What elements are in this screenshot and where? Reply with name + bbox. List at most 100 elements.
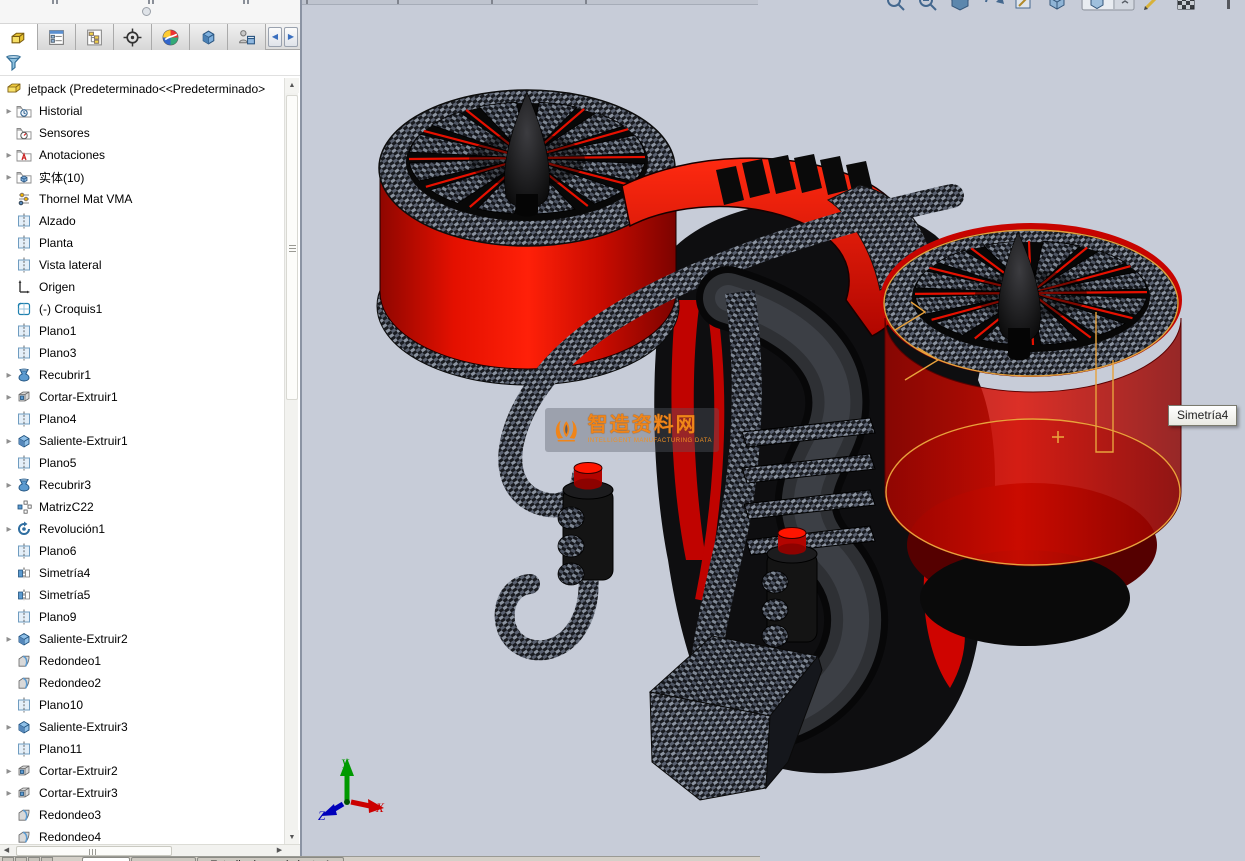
display-style-button-group[interactable]: [1082, 0, 1134, 10]
edit-appearance-icon[interactable]: [1144, 0, 1158, 10]
tree-item-label: Thornel Mat VMA: [39, 192, 132, 206]
left-ducted-fan[interactable]: [377, 90, 679, 385]
expand-arrow-icon[interactable]: ▸: [0, 524, 16, 535]
tree-item[interactable]: ▸Alzado: [0, 210, 284, 232]
tree-item[interactable]: ▸Thornel Mat VMA: [0, 188, 284, 210]
expand-arrow-icon[interactable]: ▸: [0, 106, 16, 117]
bottom-carbon-plate[interactable]: [650, 636, 822, 800]
tree-vertical-scrollbar[interactable]: ▲ ▼: [284, 78, 298, 845]
tab-nav-buttons[interactable]: [2, 857, 54, 861]
expand-arrow-icon[interactable]: ▸: [0, 480, 16, 491]
tree-item[interactable]: ▸Planta: [0, 232, 284, 254]
expand-arrow-icon[interactable]: ▸: [0, 392, 16, 403]
tree-item[interactable]: ▸Redondeo4: [0, 826, 284, 845]
scroll-up-button[interactable]: ▲: [285, 78, 299, 93]
expand-arrow-icon[interactable]: ▸: [0, 634, 16, 645]
tree-item[interactable]: ▸Cortar-Extruir2: [0, 760, 284, 782]
tree-item[interactable]: ▸Saliente-Extruir1: [0, 430, 284, 452]
tab-configurationmanager[interactable]: [76, 24, 114, 50]
expand-arrow-icon[interactable]: ▸: [0, 788, 16, 799]
tree-item[interactable]: ▸Saliente-Extruir3: [0, 716, 284, 738]
expand-arrow-icon[interactable]: ▸: [0, 436, 16, 447]
tree-item[interactable]: ▸Redondeo2: [0, 672, 284, 694]
panel-drag-dot[interactable]: [142, 7, 151, 16]
tree-item[interactable]: ▸Plano3: [0, 342, 284, 364]
tree-item[interactable]: ▸Saliente-Extruir2: [0, 628, 284, 650]
tree-item[interactable]: ▸Plano6: [0, 540, 284, 562]
tree-item[interactable]: ▸Plano1: [0, 320, 284, 342]
horizontal-scrollbar-thumb[interactable]: [16, 846, 172, 856]
tree-item[interactable]: ▸Plano4: [0, 408, 284, 430]
expand-arrow-icon[interactable]: ▸: [0, 150, 16, 161]
tree-item[interactable]: ▸Plano11: [0, 738, 284, 760]
annotation-view-icon[interactable]: [1016, 0, 1030, 8]
controller-red-button[interactable]: [778, 528, 806, 539]
tree-item[interactable]: ▸实体(10): [0, 166, 284, 188]
tree-item[interactable]: ▸Plano9: [0, 606, 284, 628]
graphics-viewport[interactable]: Y X Z 智造资料网 INTELLIGENT MANUFACTUR: [302, 0, 1245, 861]
headsup-toolbar[interactable]: [888, 0, 1230, 10]
tree-item[interactable]: ▸Plano10: [0, 694, 284, 716]
cut-extrude-icon: [16, 763, 33, 779]
person-box-icon: [237, 28, 256, 47]
boss-extrude-icon: [16, 631, 33, 647]
tab-displaymanager[interactable]: [152, 24, 190, 50]
tab-scroll-left-button[interactable]: ◀: [268, 27, 282, 47]
expand-arrow-icon[interactable]: ▸: [0, 722, 16, 733]
tab-featuremanager[interactable]: [0, 24, 38, 50]
tree-item[interactable]: ▸Vista lateral: [0, 254, 284, 276]
tree-item[interactable]: ▸Historial: [0, 100, 284, 122]
document-tab-3d-views[interactable]: 3D 视图: [131, 857, 196, 861]
tab-nav-next-button[interactable]: [28, 857, 40, 861]
scrollbar-grip: [89, 849, 96, 855]
tab-more[interactable]: [228, 24, 266, 50]
tab-nav-first-button[interactable]: [2, 857, 14, 861]
controller-red-button[interactable]: [574, 463, 602, 474]
tree-item[interactable]: ▸Cortar-Extruir3: [0, 782, 284, 804]
tree-item[interactable]: ▸Anotaciones: [0, 144, 284, 166]
document-tab-motion-study[interactable]: Estudio de movimiento 1: [197, 857, 343, 861]
right-ducted-fan[interactable]: [880, 223, 1182, 566]
tree-item[interactable]: ▸Simetría5: [0, 584, 284, 606]
tree-item[interactable]: ▸Sensores: [0, 122, 284, 144]
tree-item[interactable]: ▸Revolución1: [0, 518, 284, 540]
tree-item[interactable]: ▸Origen: [0, 276, 284, 298]
vertical-scrollbar-thumb[interactable]: [286, 95, 298, 400]
cut-extrude-icon: [16, 389, 33, 405]
zoom-fit-icon[interactable]: [888, 0, 904, 10]
tree-item[interactable]: ▸Redondeo1: [0, 650, 284, 672]
zoom-area-icon[interactable]: [920, 0, 936, 10]
expand-arrow-icon[interactable]: ▸: [0, 172, 16, 183]
tree-item[interactable]: ▸Redondeo3: [0, 804, 284, 826]
tab-nav-prev-button[interactable]: [15, 857, 27, 861]
tree-root-jetpack[interactable]: jetpack (Predeterminado<<Predeterminado>: [0, 78, 284, 100]
expand-arrow-icon[interactable]: ▸: [0, 766, 16, 777]
section-view-icon[interactable]: [986, 0, 1004, 4]
tab-propertymanager[interactable]: [38, 24, 76, 50]
jetpack-model[interactable]: [377, 90, 1182, 800]
scrollbar-grip: [289, 245, 296, 252]
tab-scroll-right-button[interactable]: ▶: [284, 27, 298, 47]
target-crosshair-icon: [123, 28, 142, 47]
plane-icon: [16, 411, 33, 427]
tree-item-label: Plano6: [39, 544, 76, 558]
tab-cam[interactable]: [190, 24, 228, 50]
apply-scene-icon[interactable]: [1178, 0, 1194, 9]
document-tab-model[interactable]: 模型: [82, 857, 130, 861]
tab-nav-last-button[interactable]: [41, 857, 53, 861]
scroll-down-button[interactable]: ▼: [285, 830, 299, 845]
view-settings-icon[interactable]: [1227, 0, 1230, 9]
tree-item-label: Redondeo2: [39, 676, 101, 690]
previous-view-icon[interactable]: [952, 0, 968, 10]
tree-item[interactable]: ▸MatrizC22: [0, 496, 284, 518]
tree-item[interactable]: ▸(-) Croquis1: [0, 298, 284, 320]
tab-dimxpertmanager[interactable]: [114, 24, 152, 50]
tree-item[interactable]: ▸Cortar-Extruir1: [0, 386, 284, 408]
tree-item[interactable]: ▸Plano5: [0, 452, 284, 474]
tree-item[interactable]: ▸Recubrir1: [0, 364, 284, 386]
tree-item[interactable]: ▸Recubrir3: [0, 474, 284, 496]
filter-funnel-icon[interactable]: [5, 54, 23, 72]
view-orientation-icon[interactable]: [1050, 0, 1064, 9]
expand-arrow-icon[interactable]: ▸: [0, 370, 16, 381]
tree-item[interactable]: ▸Simetría4: [0, 562, 284, 584]
